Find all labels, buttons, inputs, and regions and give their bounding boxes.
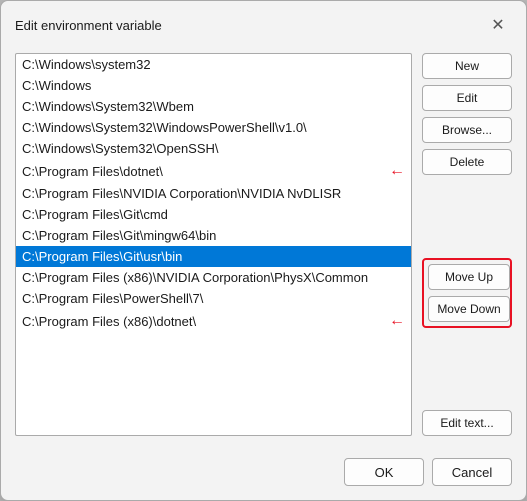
cancel-button[interactable]: Cancel xyxy=(432,458,512,486)
dialog-footer: OK Cancel xyxy=(1,450,526,500)
list-item[interactable]: C:\Program Files (x86)\NVIDIA Corporatio… xyxy=(16,267,411,288)
list-item[interactable]: C:\Program Files\Git\cmd xyxy=(16,204,411,225)
list-item[interactable]: C:\Program Files\Git\usr\bin xyxy=(16,246,411,267)
list-item[interactable]: C:\Program Files\PowerShell\7\ xyxy=(16,288,411,309)
new-button[interactable]: New xyxy=(422,53,512,79)
list-item[interactable]: C:\Windows\System32\Wbem xyxy=(16,96,411,117)
action-buttons: New Edit Browse... Delete Move Up Move D… xyxy=(422,53,512,436)
dialog-title: Edit environment variable xyxy=(15,18,162,33)
move-buttons-group: Move Up Move Down xyxy=(422,258,512,328)
edit-text-button[interactable]: Edit text... xyxy=(422,410,512,436)
env-var-list[interactable]: C:\Windows\system32C:\WindowsC:\Windows\… xyxy=(15,53,412,436)
move-down-button[interactable]: Move Down xyxy=(428,296,510,322)
title-bar: Edit environment variable ✕ xyxy=(1,1,526,47)
list-item[interactable]: C:\Program Files\NVIDIA Corporation\NVID… xyxy=(16,183,411,204)
edit-button[interactable]: Edit xyxy=(422,85,512,111)
browse-button[interactable]: Browse... xyxy=(422,117,512,143)
list-item[interactable]: C:\Windows\System32\WindowsPowerShell\v1… xyxy=(16,117,411,138)
close-button[interactable]: ✕ xyxy=(484,11,512,39)
dialog-content: C:\Windows\system32C:\WindowsC:\Windows\… xyxy=(1,47,526,450)
ok-button[interactable]: OK xyxy=(344,458,424,486)
list-item[interactable]: C:\Program Files\Git\mingw64\bin xyxy=(16,225,411,246)
move-up-button[interactable]: Move Up xyxy=(428,264,510,290)
list-item[interactable]: C:\Program Files\dotnet\← xyxy=(16,159,411,183)
edit-env-var-dialog: Edit environment variable ✕ C:\Windows\s… xyxy=(0,0,527,501)
list-item[interactable]: C:\Program Files (x86)\dotnet\← xyxy=(16,309,411,333)
list-item[interactable]: C:\Windows\System32\OpenSSH\ xyxy=(16,138,411,159)
delete-button[interactable]: Delete xyxy=(422,149,512,175)
list-item[interactable]: C:\Windows xyxy=(16,75,411,96)
list-item[interactable]: C:\Windows\system32 xyxy=(16,54,411,75)
